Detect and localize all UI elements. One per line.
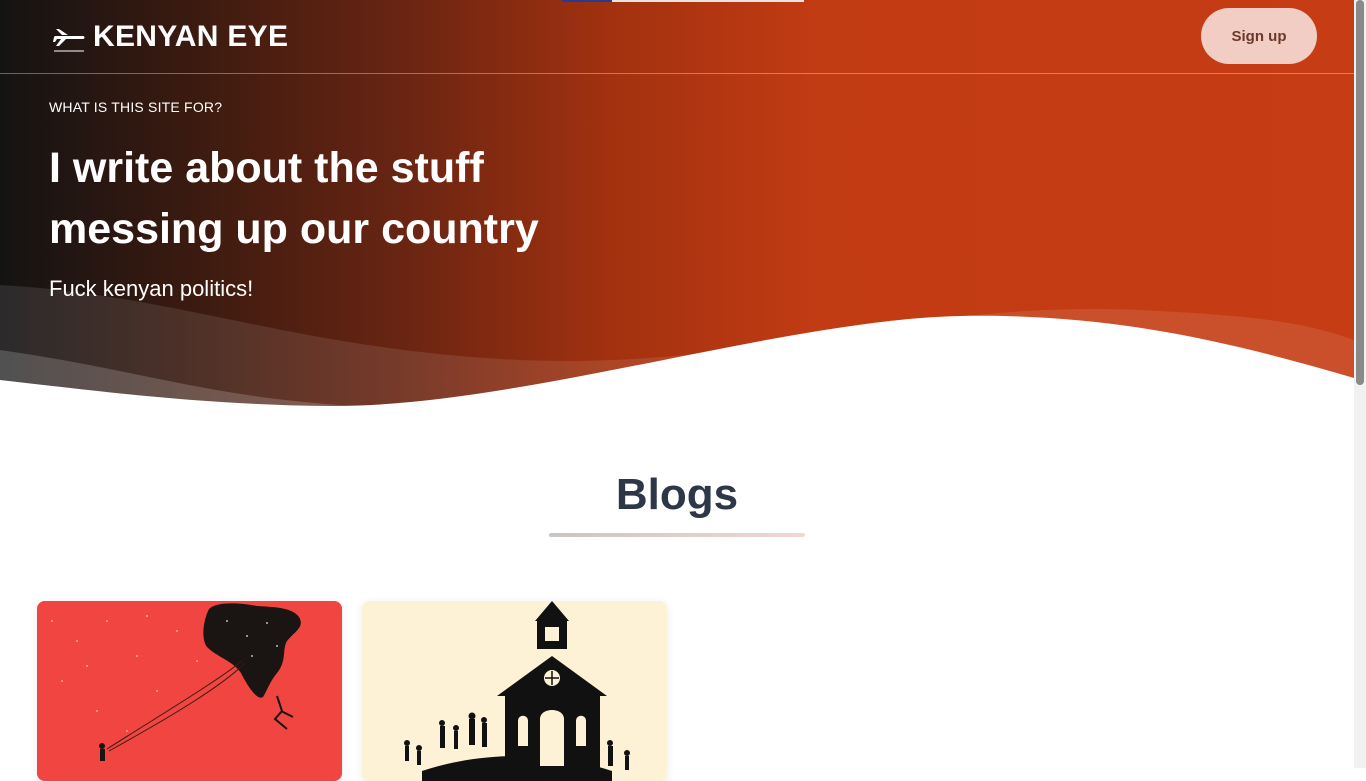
airplane-icon xyxy=(53,29,85,52)
scrollbar-thumb[interactable] xyxy=(1356,0,1364,385)
signup-button[interactable]: Sign up xyxy=(1201,8,1317,64)
church-silhouette-illustration xyxy=(362,601,667,781)
logo-text: KENYAN EYE xyxy=(93,20,289,53)
blog-card[interactable] xyxy=(37,601,342,781)
hero-subline: Fuck kenyan politics! xyxy=(49,276,254,301)
hero-headline: I write about the stuff messing up our c… xyxy=(49,144,539,253)
site-logo[interactable]: KENYAN EYE xyxy=(52,20,288,54)
hero-eyebrow: WHAT IS THIS SITE FOR? xyxy=(49,99,223,115)
site-header: KENYAN EYE Sign up xyxy=(0,0,1354,74)
africa-balloon-illustration xyxy=(37,601,342,781)
blog-card[interactable] xyxy=(362,601,667,781)
blogs-underline xyxy=(549,533,805,537)
blogs-title: Blogs xyxy=(615,470,739,519)
